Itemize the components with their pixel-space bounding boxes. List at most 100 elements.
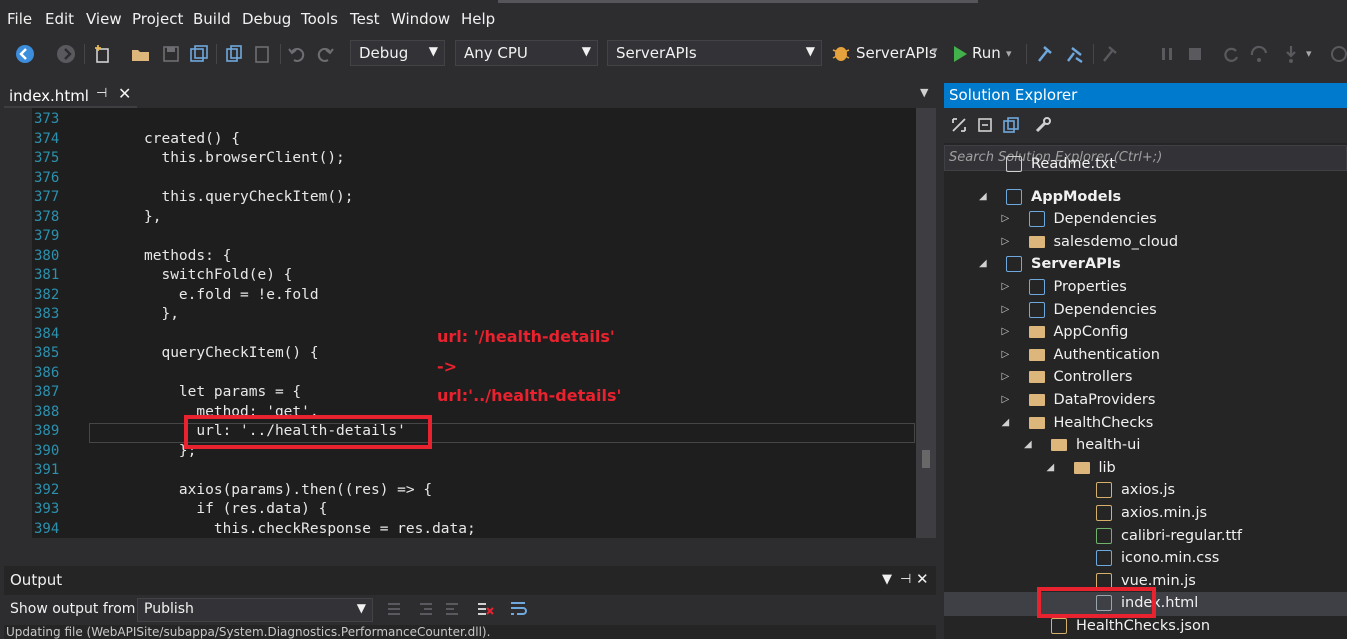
collapse-all-icon[interactable] — [976, 116, 994, 134]
tree-item-properties[interactable]: ▷ Properties — [1002, 276, 1127, 298]
tree-item-calibri-regular-ttf[interactable]: calibri-regular.ttf — [1096, 525, 1242, 547]
run-button[interactable]: Run — [972, 44, 1001, 62]
tree-item-axios-min-js[interactable]: axios.min.js — [1096, 502, 1207, 524]
solution-explorer-search[interactable]: Search Solution Explorer (Ctrl+;) — [944, 145, 1347, 171]
code-line[interactable]: this.queryCheckItem(); — [144, 188, 476, 208]
menu-test[interactable]: Test — [350, 10, 380, 28]
chevron-down-icon[interactable]: ▾ — [1306, 47, 1312, 60]
pin-icon[interactable]: ⊣ — [900, 572, 911, 587]
tree-item-controllers[interactable]: ▷ Controllers — [1002, 366, 1133, 388]
pin-icon[interactable]: ⊣ — [96, 86, 107, 101]
code-line[interactable]: this.checkResponse = res.data; — [144, 520, 476, 539]
options-icon[interactable] — [1328, 43, 1347, 65]
menu-project[interactable]: Project — [132, 10, 183, 28]
tree-item-icono-min-css[interactable]: icono.min.css — [1096, 547, 1219, 569]
close-icon[interactable]: ✕ — [916, 570, 929, 588]
undo-icon[interactable] — [286, 43, 308, 65]
code-line[interactable] — [144, 364, 476, 384]
expanded-arrow-icon[interactable]: ◢ — [1047, 457, 1055, 479]
code-text[interactable]: created() { this.browserClient(); this.q… — [144, 110, 476, 538]
menu-window[interactable]: Window — [391, 10, 450, 28]
code-line[interactable]: let params = { — [144, 383, 476, 403]
collapsed-arrow-icon[interactable]: ▷ — [1002, 344, 1010, 366]
scrollbar-thumb[interactable] — [922, 450, 930, 468]
tree-item-health-ui[interactable]: ◢ health-ui — [1024, 434, 1140, 456]
collapsed-arrow-icon[interactable]: ▷ — [1002, 208, 1010, 230]
tree-item-salesdemo-cloud[interactable]: ▷ salesdemo_cloud — [1002, 231, 1179, 253]
tree-item-healthchecks-json[interactable]: HealthChecks.json — [1051, 615, 1210, 637]
menu-view[interactable]: View — [86, 10, 122, 28]
pause-icon[interactable] — [1156, 43, 1178, 65]
code-line[interactable] — [144, 461, 476, 481]
expanded-arrow-icon[interactable]: ◢ — [979, 253, 987, 275]
step-over-icon[interactable] — [1248, 43, 1270, 65]
run-icon[interactable] — [949, 43, 971, 65]
tree-item-dependencies[interactable]: ▷ Dependencies — [1002, 299, 1157, 321]
code-line[interactable] — [144, 227, 476, 247]
tree-item-dataproviders[interactable]: ▷ DataProviders — [1002, 389, 1156, 411]
word-wrap-icon[interactable] — [509, 600, 527, 618]
stop-icon[interactable] — [1184, 43, 1206, 65]
paste-icon[interactable] — [251, 43, 273, 65]
dropdown-icon[interactable]: ▼ — [882, 572, 892, 587]
menu-tools[interactable]: Tools — [301, 10, 338, 28]
collapsed-arrow-icon[interactable]: ▷ — [1002, 366, 1010, 388]
build-icon[interactable] — [1064, 43, 1086, 65]
code-line[interactable]: queryCheckItem() { — [144, 344, 476, 364]
debug-target-label[interactable]: ServerAPIs — [856, 44, 937, 62]
copy-icon[interactable] — [223, 43, 245, 65]
collapsed-arrow-icon[interactable]: ▷ — [1002, 321, 1010, 343]
sync-icon[interactable] — [950, 116, 968, 134]
code-line[interactable]: switchFold(e) { — [144, 266, 476, 286]
tree-item-appconfig[interactable]: ▷ AppConfig — [1002, 321, 1129, 343]
clear-all-icon[interactable] — [476, 600, 494, 618]
show-all-files-icon[interactable] — [1002, 116, 1020, 134]
next-message-icon[interactable] — [444, 600, 462, 618]
step-into-icon[interactable] — [1280, 43, 1302, 65]
open-folder-icon[interactable] — [130, 43, 152, 65]
tree-item-appmodels[interactable]: ◢ AppModels — [979, 186, 1121, 208]
redo-icon[interactable] — [314, 43, 336, 65]
code-line[interactable]: e.fold = !e.fold — [144, 286, 476, 306]
code-line[interactable]: if (res.data) { — [144, 500, 476, 520]
menu-build[interactable]: Build — [193, 10, 231, 28]
expanded-arrow-icon[interactable]: ◢ — [1002, 412, 1010, 434]
tree-item-readme-txt[interactable]: Readme.txt — [1006, 153, 1115, 175]
tree-item-healthchecks[interactable]: ◢ HealthChecks — [1002, 412, 1154, 434]
back-icon[interactable] — [14, 43, 36, 65]
tab-list-dropdown-icon[interactable]: ▼ — [920, 86, 928, 99]
code-line[interactable] — [144, 325, 476, 345]
menu-debug[interactable]: Debug — [242, 10, 291, 28]
attach-icon[interactable] — [1100, 43, 1122, 65]
platform-dropdown[interactable]: Any CPU ▼ — [455, 40, 598, 66]
expanded-arrow-icon[interactable]: ◢ — [1024, 434, 1032, 456]
code-line[interactable]: this.browserClient(); — [144, 149, 476, 169]
tree-item-authentication[interactable]: ▷ Authentication — [1002, 344, 1160, 366]
configuration-dropdown[interactable]: Debug ▼ — [350, 40, 445, 66]
save-all-icon[interactable] — [188, 43, 210, 65]
collapsed-arrow-icon[interactable]: ▷ — [1002, 276, 1010, 298]
startup-project-dropdown[interactable]: ServerAPIs ▼ — [607, 40, 822, 66]
code-line[interactable]: }, — [144, 208, 476, 228]
go-to-message-icon[interactable] — [386, 600, 404, 618]
collapsed-arrow-icon[interactable]: ▷ — [1002, 299, 1010, 321]
bug-icon[interactable] — [830, 42, 852, 64]
editor-tab-index-html[interactable]: index.html ⊣ ✕ — [4, 82, 137, 108]
chevron-down-icon[interactable]: ▾ — [1006, 47, 1012, 60]
code-editor[interactable]: 373 374 375 376 377 378 379 380 381 382 383 384 385 3… — [4, 108, 936, 538]
save-icon[interactable] — [160, 43, 182, 65]
code-line[interactable]: created() { — [144, 130, 476, 150]
tree-item-serverapis[interactable]: ◢ ServerAPIs — [979, 253, 1121, 275]
vertical-scrollbar[interactable] — [916, 108, 936, 538]
hot-reload-icon[interactable] — [1035, 43, 1057, 65]
previous-message-icon[interactable] — [418, 600, 436, 618]
code-line[interactable]: methods: { — [144, 247, 476, 267]
menu-edit[interactable]: Edit — [45, 10, 74, 28]
collapsed-arrow-icon[interactable]: ▷ — [1002, 231, 1010, 253]
menu-help[interactable]: Help — [461, 10, 495, 28]
code-line[interactable]: axios(params).then((res) => { — [144, 481, 476, 501]
output-source-dropdown[interactable]: Publish ▼ — [137, 598, 373, 622]
restart-icon[interactable] — [1220, 43, 1242, 65]
expanded-arrow-icon[interactable]: ◢ — [979, 186, 987, 208]
close-icon[interactable]: ✕ — [118, 84, 131, 103]
